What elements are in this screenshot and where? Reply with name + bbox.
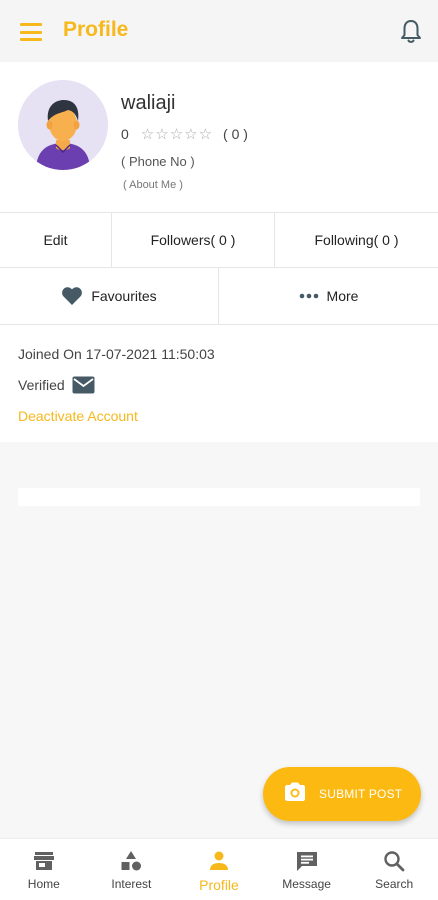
nav-search-label: Search — [375, 877, 414, 891]
nav-interest-label: Interest — [111, 877, 152, 891]
nav-search[interactable]: Search — [350, 839, 438, 900]
nav-profile[interactable]: Profile — [175, 839, 263, 900]
heart-icon — [61, 286, 83, 306]
more-dots-icon — [299, 293, 319, 299]
profile-header: waliaji 0 ☆☆☆☆☆ ( 0 ) ( Phone No ) ( Abo… — [0, 62, 438, 212]
profile-actions-row: Favourites More — [0, 268, 438, 325]
rating-value: 0 — [121, 126, 129, 142]
store-icon — [33, 849, 55, 873]
profile-name: waliaji — [121, 92, 176, 114]
favourites-label: Favourites — [91, 288, 157, 304]
verified-status: Verified — [18, 376, 95, 394]
about-me: ( About Me ) — [123, 179, 183, 191]
rating-row: 0 ☆☆☆☆☆ ( 0 ) — [121, 125, 248, 143]
submit-post-label: SUBMIT POST — [319, 787, 403, 801]
more-button[interactable]: More — [219, 268, 438, 324]
following-label: Following( 0 ) — [314, 232, 399, 248]
following-button[interactable]: Following( 0 ) — [275, 213, 438, 267]
avatar[interactable] — [18, 80, 108, 170]
profile-stats-row: Edit Followers( 0 ) Following( 0 ) — [0, 212, 438, 268]
posts-list — [18, 488, 420, 506]
person-icon — [208, 849, 230, 873]
followers-label: Followers( 0 ) — [150, 232, 236, 248]
account-info: Joined On 17-07-2021 11:50:03 Verified D… — [0, 325, 438, 442]
phone-number: ( Phone No ) — [121, 154, 195, 169]
bottom-navigation: Home Interest Profile Message Search — [0, 838, 438, 900]
edit-button[interactable]: Edit — [0, 213, 112, 267]
hamburger-menu-icon[interactable] — [18, 20, 44, 44]
deactivate-account-link[interactable]: Deactivate Account — [18, 408, 138, 424]
verified-label: Verified — [18, 377, 65, 393]
nav-profile-label: Profile — [199, 877, 239, 893]
mail-icon — [72, 376, 95, 394]
nav-home-label: Home — [27, 877, 60, 891]
submit-post-button[interactable]: SUBMIT POST — [263, 767, 421, 821]
nav-interest[interactable]: Interest — [88, 839, 176, 900]
camera-icon — [283, 782, 307, 807]
nav-message[interactable]: Message — [263, 839, 351, 900]
rating-count: ( 0 ) — [223, 126, 248, 142]
star-rating-icon: ☆☆☆☆☆ — [140, 126, 214, 143]
nav-message-label: Message — [282, 877, 331, 891]
followers-button[interactable]: Followers( 0 ) — [112, 213, 275, 267]
app-bar: Profile — [0, 0, 438, 62]
shapes-icon — [120, 849, 142, 873]
nav-home[interactable]: Home — [0, 839, 88, 900]
message-icon — [295, 849, 319, 873]
bell-icon[interactable] — [398, 18, 424, 46]
edit-label: Edit — [43, 232, 68, 248]
more-label: More — [326, 288, 359, 304]
page-title: Profile — [63, 18, 129, 41]
favourites-button[interactable]: Favourites — [0, 268, 219, 324]
search-icon — [383, 849, 405, 873]
joined-date: Joined On 17-07-2021 11:50:03 — [18, 346, 215, 362]
